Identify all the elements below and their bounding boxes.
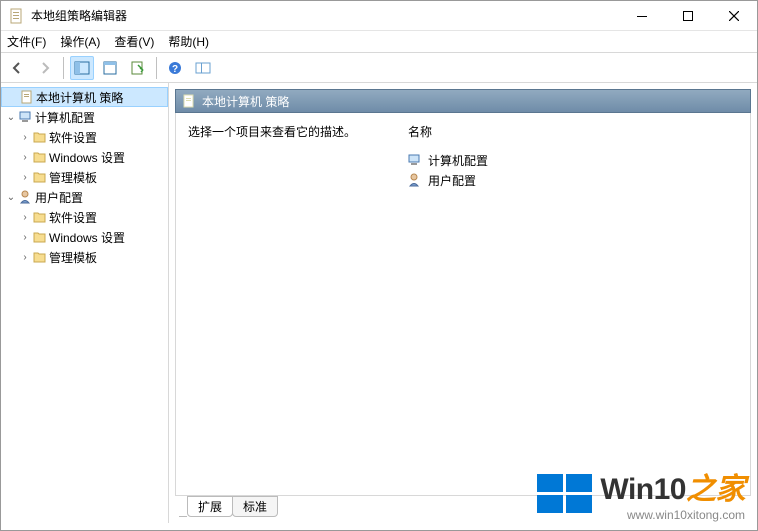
collapse-icon[interactable]: ⌄ <box>5 112 17 123</box>
user-icon <box>408 173 422 187</box>
expand-icon[interactable]: › <box>19 252 31 263</box>
folder-icon <box>33 170 47 184</box>
folder-icon <box>33 250 47 264</box>
expand-icon[interactable]: › <box>19 172 31 183</box>
folder-icon <box>33 210 47 224</box>
pane-header: 本地计算机 策略 <box>175 89 751 113</box>
app-icon <box>9 8 25 24</box>
user-icon <box>19 190 33 204</box>
toolbar-separator <box>156 57 157 79</box>
title-bar: 本地组策略编辑器 <box>1 1 757 31</box>
computer-icon <box>408 153 422 167</box>
content-area: 本地计算机 策略 ⌄ 计算机配置 › 软件设置 › Windows 设置 › 管… <box>1 83 757 523</box>
tree-admin-templates[interactable]: › 管理模板 <box>1 167 168 187</box>
tree-label: 软件设置 <box>49 129 97 146</box>
watermark-url: www.win10xitong.com <box>627 508 745 522</box>
collapse-icon[interactable]: ⌄ <box>5 192 17 203</box>
list-item-label: 计算机配置 <box>428 152 488 169</box>
tree-label: 用户配置 <box>35 189 83 206</box>
tree-admin-templates-user[interactable]: › 管理模板 <box>1 247 168 267</box>
tree-label: 软件设置 <box>49 209 97 226</box>
menu-file[interactable]: 文件(F) <box>7 33 46 50</box>
tree-label: 本地计算机 策略 <box>36 89 123 106</box>
watermark-suffix: 之家 <box>686 473 745 506</box>
maximize-button[interactable] <box>665 1 711 30</box>
window-title: 本地组策略编辑器 <box>31 7 127 24</box>
tree-windows-settings[interactable]: › Windows 设置 <box>1 147 168 167</box>
tree-user-config[interactable]: ⌄ 用户配置 <box>1 187 168 207</box>
minimize-button[interactable] <box>619 1 665 30</box>
column-header-name[interactable]: 名称 <box>408 123 738 140</box>
tree-label: Windows 设置 <box>49 149 125 166</box>
tree-software-settings[interactable]: › 软件设置 <box>1 127 168 147</box>
tree-label: 管理模板 <box>49 249 97 266</box>
list-item-label: 用户配置 <box>428 172 476 189</box>
list-item-computer-config[interactable]: 计算机配置 <box>408 150 738 170</box>
properties-button[interactable] <box>98 56 122 80</box>
export-button[interactable] <box>126 56 150 80</box>
windows-logo-icon <box>537 474 592 513</box>
help-button[interactable]: ? <box>163 56 187 80</box>
watermark-prefix: Win10 <box>600 473 686 506</box>
description-column: 选择一个项目来查看它的描述。 <box>188 123 378 485</box>
tree-software-settings-user[interactable]: › 软件设置 <box>1 207 168 227</box>
toolbar: ? <box>1 53 757 83</box>
details-pane: 本地计算机 策略 选择一个项目来查看它的描述。 名称 计算机配置 用户配置 扩展 <box>169 83 757 523</box>
expand-icon[interactable]: › <box>19 132 31 143</box>
menu-bar: 文件(F) 操作(A) 查看(V) 帮助(H) <box>1 31 757 53</box>
watermark-title: Win10之家 <box>600 464 745 508</box>
pane-header-title: 本地计算机 策略 <box>202 93 289 110</box>
svg-text:?: ? <box>172 64 178 75</box>
folder-icon <box>33 150 47 164</box>
expand-icon[interactable]: › <box>19 232 31 243</box>
tree-pane[interactable]: 本地计算机 策略 ⌄ 计算机配置 › 软件设置 › Windows 设置 › 管… <box>1 83 169 523</box>
tree-label: 管理模板 <box>49 169 97 186</box>
menu-action[interactable]: 操作(A) <box>60 33 100 50</box>
tab-extended[interactable]: 扩展 <box>187 496 233 517</box>
close-button[interactable] <box>711 1 757 30</box>
toggle-tree-button[interactable] <box>70 56 94 80</box>
name-column: 名称 计算机配置 用户配置 <box>408 123 738 485</box>
tree-root[interactable]: 本地计算机 策略 <box>1 87 168 107</box>
expand-icon[interactable]: › <box>19 152 31 163</box>
expand-icon[interactable]: › <box>19 212 31 223</box>
tree-windows-settings-user[interactable]: › Windows 设置 <box>1 227 168 247</box>
toolbar-separator <box>63 57 64 79</box>
tab-standard[interactable]: 标准 <box>232 496 278 517</box>
list-item-user-config[interactable]: 用户配置 <box>408 170 738 190</box>
menu-help[interactable]: 帮助(H) <box>168 33 209 50</box>
filter-button[interactable] <box>191 56 215 80</box>
policy-icon <box>20 90 34 104</box>
pane-body: 选择一个项目来查看它的描述。 名称 计算机配置 用户配置 <box>175 113 751 496</box>
description-text: 选择一个项目来查看它的描述。 <box>188 123 378 140</box>
tree-label: Windows 设置 <box>49 229 125 246</box>
tree-computer-config[interactable]: ⌄ 计算机配置 <box>1 107 168 127</box>
folder-icon <box>33 230 47 244</box>
folder-icon <box>33 130 47 144</box>
policy-icon <box>182 94 196 108</box>
menu-view[interactable]: 查看(V) <box>114 33 154 50</box>
tree-label: 计算机配置 <box>35 109 95 126</box>
window-controls <box>619 1 757 30</box>
back-button[interactable] <box>5 56 29 80</box>
watermark: Win10之家 www.win10xitong.com <box>537 464 745 522</box>
forward-button[interactable] <box>33 56 57 80</box>
computer-icon <box>19 110 33 124</box>
